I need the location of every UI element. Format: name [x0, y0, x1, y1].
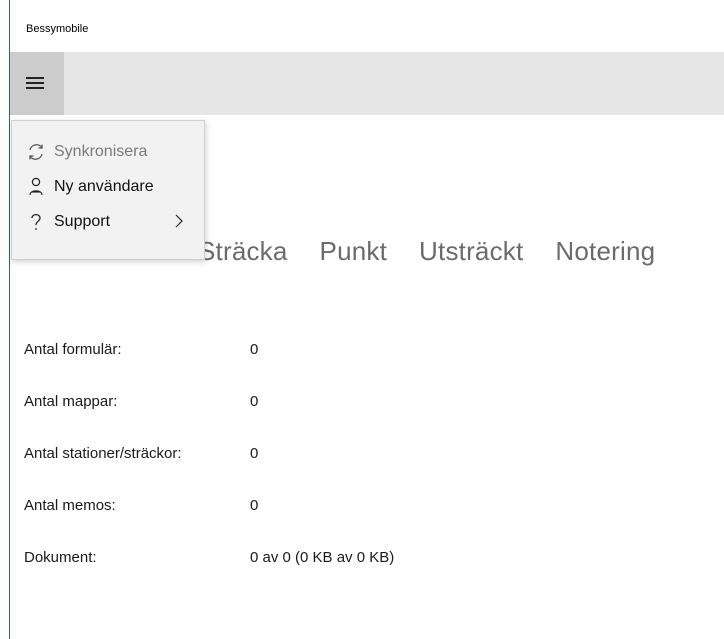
menu-item-new-user[interactable]: Ny användare [12, 172, 204, 206]
help-icon [26, 211, 46, 233]
app-title: Bessymobile [26, 23, 89, 35]
stats-panel: Antal formulär: 0 Antal mappar: 0 Antal … [24, 341, 624, 601]
stat-row-memos: Antal memos: 0 [24, 497, 624, 549]
stat-label: Antal formulär: [24, 341, 122, 358]
stat-row-stations: Antal stationer/sträckor: 0 [24, 445, 624, 497]
stat-label: Dokument: [24, 549, 97, 566]
stat-label: Antal memos: [24, 497, 116, 514]
hamburger-icon [26, 77, 44, 79]
sync-icon [26, 141, 46, 163]
tab-stracka[interactable]: Sträcka [198, 236, 288, 267]
hamburger-icon-line [26, 87, 44, 89]
stat-label: Antal stationer/sträckor: [24, 445, 182, 462]
tab-punkt[interactable]: Punkt [320, 236, 388, 267]
stat-value: 0 [250, 497, 259, 514]
stat-row-documents: Dokument: 0 av 0 (0 KB av 0 KB) [24, 549, 624, 601]
stat-value: 0 av 0 (0 KB av 0 KB) [250, 549, 395, 566]
stat-row-folders: Antal mappar: 0 [24, 393, 624, 445]
stat-row-forms: Antal formulär: 0 [24, 341, 624, 393]
stat-label: Antal mappar: [24, 393, 118, 410]
menu-item-sync[interactable]: Synkronisera [12, 137, 204, 171]
user-icon [26, 176, 46, 198]
stat-value: 0 [250, 341, 259, 358]
hamburger-menu-button[interactable] [10, 52, 64, 115]
stat-value: 0 [250, 445, 259, 462]
tab-utstrackt[interactable]: Utsträckt [419, 236, 523, 267]
hamburger-icon-line [26, 82, 44, 84]
title-bar: Bessymobile [10, 0, 724, 52]
chevron-right-icon [172, 211, 186, 231]
menu-item-label: Ny användare [54, 178, 154, 195]
tab-notering[interactable]: Notering [555, 236, 655, 267]
menu-item-support[interactable]: Support [12, 207, 204, 241]
top-command-bar [10, 52, 724, 115]
menu-item-label: Support [54, 213, 111, 230]
menu-item-label: Synkronisera [54, 143, 148, 160]
stat-value: 0 [250, 393, 259, 410]
tab-strip: Sträcka Punkt Utsträckt Notering [198, 236, 655, 276]
hamburger-flyout-menu: Synkronisera Ny användare Support [11, 120, 205, 260]
